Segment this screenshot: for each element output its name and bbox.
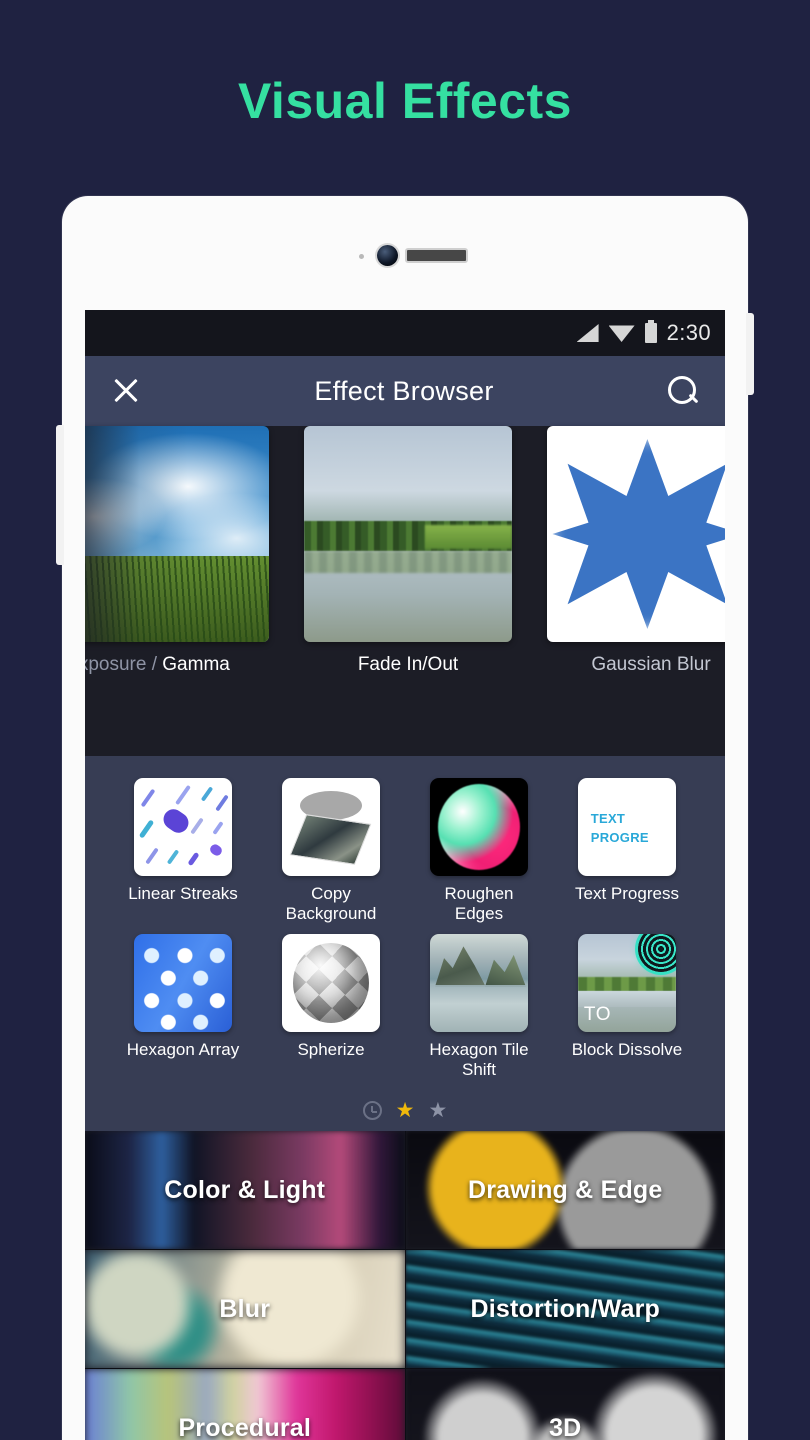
battery-icon: [644, 320, 657, 343]
category-tile-color-light[interactable]: Color & Light: [85, 1131, 406, 1250]
water-art: [430, 985, 528, 1033]
fade-overlay: [85, 426, 269, 642]
reflection-art: [304, 551, 512, 573]
carousel-thumb: [547, 426, 725, 642]
grass-art: [424, 525, 512, 550]
star-filled-icon[interactable]: ★: [396, 1100, 415, 1121]
volume-button[interactable]: [56, 425, 64, 565]
effect-label: Spherize: [297, 1040, 365, 1060]
mountain-art: [434, 946, 486, 987]
status-bar: 2:30: [85, 310, 725, 356]
effect-label: Hexagon Array: [126, 1040, 240, 1060]
effect-thumb: [282, 778, 380, 876]
category-label: Distortion/Warp: [470, 1294, 661, 1323]
clock-icon[interactable]: [362, 1101, 382, 1120]
effect-label: Copy Background: [271, 884, 391, 924]
pagination-tabs: ★ ★: [85, 1100, 725, 1121]
close-icon[interactable]: [109, 374, 143, 408]
preview-text: TEXT PROGRE: [591, 810, 649, 848]
phone-frame: 2:30 Effect Browser Exposure / Gamma: [56, 196, 754, 1440]
carousel-item-fade-in-out[interactable]: Fade In/Out: [304, 426, 512, 676]
preview-text-line1: TEXT: [590, 811, 626, 827]
carousel-label-dim: Exposure: [85, 654, 147, 675]
front-camera-icon: [377, 245, 398, 266]
effect-tile-hexagon-array[interactable]: Hexagon Array: [123, 934, 243, 1080]
carousel-label: Exposure / Gamma: [85, 654, 269, 676]
status-time: 2:30: [666, 320, 711, 345]
photo-plane-art: [289, 814, 371, 866]
effect-label-line2: Background: [285, 904, 377, 924]
carousel-item-exposure-gamma[interactable]: Exposure / Gamma: [85, 426, 269, 676]
wifi-icon: [608, 325, 635, 342]
sphere-art: [292, 942, 370, 1024]
effect-thumb: [134, 934, 232, 1033]
category-label: Blur: [219, 1294, 271, 1323]
preview-text-line2: PROGRE: [590, 830, 649, 846]
category-tile-distortion-warp[interactable]: Distortion/Warp: [405, 1250, 725, 1369]
category-label: Procedural: [178, 1413, 312, 1440]
effect-label: Block Dissolve: [571, 1040, 683, 1060]
effect-label: Linear Streaks: [128, 884, 238, 903]
carousel-label: Gaussian Blur: [591, 654, 711, 675]
effect-label-line2: Shift: [461, 1060, 497, 1080]
search-icon[interactable]: [665, 374, 699, 408]
star-icon[interactable]: ★: [429, 1100, 448, 1121]
effect-label-line1: Copy: [311, 884, 351, 903]
effect-label: Hexagon Tile Shift: [419, 1040, 539, 1080]
effect-label: Roughen Edges: [444, 884, 514, 924]
effect-tile-roughen-edges[interactable]: Roughen Edges: [419, 778, 539, 924]
category-tile-blur[interactable]: Blur: [85, 1250, 406, 1369]
tile-overlay-text: TO: [583, 1004, 612, 1026]
category-list: Color & Light Drawing & Edge Blur Distor…: [85, 1131, 725, 1440]
effect-thumb: TEXT PROGRE: [578, 778, 676, 876]
effect-thumb: [134, 778, 232, 876]
app-bar: Effect Browser: [85, 356, 725, 426]
effect-label: Text Progress: [575, 884, 679, 903]
category-tile-3d[interactable]: 3D: [405, 1369, 725, 1440]
effect-tile-hexagon-tile-shift[interactable]: Hexagon Tile Shift: [419, 934, 539, 1080]
category-tile-procedural[interactable]: Procedural: [85, 1369, 406, 1440]
effect-tile-text-progress[interactable]: TEXT PROGRE Text Progress: [567, 778, 687, 924]
carousel-thumb: [304, 426, 512, 642]
mountain-art: [484, 954, 527, 987]
effect-label-line1: Hexagon Tile: [429, 1040, 529, 1060]
effect-thumb: [430, 934, 528, 1033]
effect-tile-spherize[interactable]: Spherize: [271, 934, 391, 1080]
signal-icon: [577, 324, 599, 342]
category-row: Blur Distortion/Warp: [85, 1250, 725, 1369]
spiral-badge-icon: [638, 934, 676, 973]
effect-tile-copy-background[interactable]: Copy Background: [271, 778, 391, 924]
effect-thumb: TO: [578, 934, 676, 1033]
page-title: Visual Effects: [237, 73, 572, 129]
effect-grid-row: Hexagon Array Spherize Hexagon Tile Shif…: [85, 934, 725, 1080]
effect-thumb: [430, 778, 528, 876]
phone-screen: 2:30 Effect Browser Exposure / Gamma: [85, 310, 725, 1440]
featured-carousel[interactable]: Exposure / Gamma Fade In/Out Gaussian Bl…: [85, 426, 725, 756]
carousel-thumb: [85, 426, 269, 642]
earpiece-speaker: [405, 248, 468, 263]
effect-tile-block-dissolve[interactable]: TO Block Dissolve: [567, 934, 687, 1080]
sensor-icon: [359, 254, 364, 259]
carousel-label: Fade In/Out: [357, 654, 459, 675]
category-label: Color & Light: [164, 1175, 326, 1204]
carousel-label-bright: Gamma: [162, 654, 230, 675]
category-label: Drawing & Edge: [468, 1175, 663, 1204]
effect-tile-linear-streaks[interactable]: Linear Streaks: [123, 778, 243, 924]
power-button[interactable]: [746, 313, 754, 395]
blob-art: [437, 783, 521, 871]
carousel-item-gaussian-blur[interactable]: Gaussian Blur: [547, 426, 725, 676]
category-label: 3D: [549, 1413, 582, 1440]
category-tile-drawing-edge[interactable]: Drawing & Edge: [405, 1131, 725, 1250]
category-row: Procedural 3D: [85, 1369, 725, 1440]
effect-grid: Linear Streaks Copy Background Roughen E…: [85, 756, 725, 1131]
carousel-label-sep: /: [146, 654, 163, 675]
category-row: Color & Light Drawing & Edge: [85, 1131, 725, 1250]
effect-thumb: [282, 934, 380, 1033]
effect-grid-row: Linear Streaks Copy Background Roughen E…: [85, 778, 725, 924]
star-burst-art: [552, 439, 725, 629]
app-bar-title: Effect Browser: [314, 375, 494, 406]
treeline-art: [578, 977, 676, 991]
